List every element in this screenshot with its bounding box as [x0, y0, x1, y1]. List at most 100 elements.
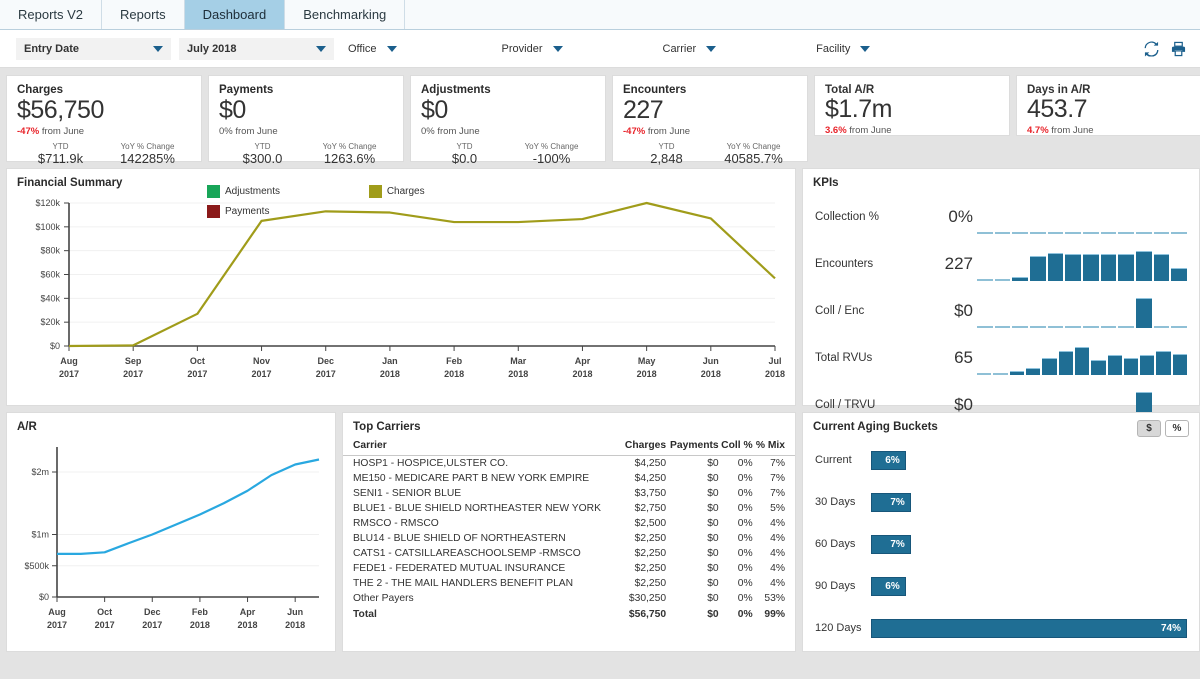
- table-row[interactable]: ME150 - MEDICARE PART B NEW YORK EMPIRE$…: [343, 471, 795, 486]
- aging-bar-track: 74%: [871, 619, 1187, 638]
- table-row[interactable]: BLUE1 - BLUE SHIELD NORTHEASTER NEW YORK…: [343, 501, 795, 516]
- kpi-label: Coll / TRVU: [815, 399, 923, 411]
- filter-provider[interactable]: Provider: [502, 39, 563, 59]
- sparkline-bar: [1171, 268, 1187, 281]
- filter-period[interactable]: July 2018: [179, 38, 334, 60]
- kpi-row-coll-enc[interactable]: Coll / Enc$0: [803, 287, 1199, 334]
- card-charges-ytd-label: YTD: [17, 142, 104, 151]
- kpi-value: 65: [923, 348, 973, 368]
- col-coll-pct[interactable]: Coll %: [719, 437, 753, 456]
- card-encounters-sub: YTD 2,848 YoY % Change 40585.7%: [623, 142, 797, 166]
- kpi-row-collection[interactable]: Collection %0%: [803, 193, 1199, 240]
- sparkline-bar: [1140, 355, 1154, 375]
- aging-row-60-days[interactable]: 60 Days7%: [803, 523, 1199, 565]
- svg-text:2017: 2017: [59, 369, 79, 379]
- table-row[interactable]: HOSP1 - HOSPICE,ULSTER CO.$4,250$00%7%: [343, 456, 795, 472]
- card-payments[interactable]: Payments $0 0% from June YTD $300.0 YoY …: [208, 75, 404, 162]
- card-adjustments-delta-value: 0%: [421, 126, 435, 137]
- sparkline-bar: [1065, 232, 1081, 234]
- card-encounters-ytd-value: 2,848: [623, 151, 710, 166]
- tab-reports[interactable]: Reports: [102, 0, 185, 29]
- card-charges-yoy-label: YoY % Change: [104, 142, 191, 151]
- col-payments[interactable]: Payments: [666, 437, 719, 456]
- svg-text:Sep: Sep: [125, 356, 142, 366]
- print-icon[interactable]: [1171, 41, 1186, 56]
- svg-text:2018: 2018: [190, 620, 210, 630]
- cell-carrier: BLU14 - BLUE SHIELD OF NORTHEASTERN: [343, 531, 622, 546]
- toggle-percent[interactable]: %: [1165, 420, 1189, 437]
- card-charges[interactable]: Charges $56,750 -47% from June YTD $711.…: [6, 75, 202, 162]
- kpi-row-total-rvus[interactable]: Total RVUs65: [803, 334, 1199, 381]
- sparkline-bar: [1012, 277, 1028, 281]
- card-adjustments-ytd: YTD $0.0: [421, 142, 508, 166]
- filter-carrier[interactable]: Carrier: [663, 39, 717, 59]
- table-row[interactable]: RMSCO - RMSCO$2,500$00%4%: [343, 516, 795, 531]
- svg-text:Apr: Apr: [575, 356, 591, 366]
- cell-charges: $4,250: [622, 456, 667, 472]
- cell-payments: $0: [666, 471, 719, 486]
- card-adjustments[interactable]: Adjustments $0 0% from June YTD $0.0 YoY…: [410, 75, 606, 162]
- kpi-value: 0%: [923, 207, 973, 227]
- top-carriers-title: Top Carriers: [343, 413, 795, 433]
- aging-row-current[interactable]: Current6%: [803, 439, 1199, 481]
- toggle-dollar[interactable]: $: [1137, 420, 1161, 437]
- card-charges-ytd: YTD $711.9k: [17, 142, 104, 166]
- cell-mix: 4%: [753, 531, 795, 546]
- card-adjustments-sub: YTD $0.0 YoY % Change -100%: [421, 142, 595, 166]
- cell-charges: $2,250: [622, 576, 667, 591]
- card-payments-sub: YTD $300.0 YoY % Change 1263.6%: [219, 142, 393, 166]
- aging-row-30-days[interactable]: 30 Days7%: [803, 481, 1199, 523]
- cell-mix: 7%: [753, 456, 795, 472]
- refresh-icon[interactable]: [1144, 41, 1159, 56]
- card-charges-delta-value: -47%: [17, 126, 39, 137]
- table-row[interactable]: FEDE1 - FEDERATED MUTUAL INSURANCE$2,250…: [343, 561, 795, 576]
- col-charges[interactable]: Charges: [622, 437, 667, 456]
- filter-entry-date[interactable]: Entry Date: [16, 38, 171, 60]
- table-row[interactable]: THE 2 - THE MAIL HANDLERS BENEFIT PLAN$2…: [343, 576, 795, 591]
- tab-reports-v2[interactable]: Reports V2: [0, 0, 102, 29]
- cell-mix: 7%: [753, 471, 795, 486]
- card-days-in-ar[interactable]: Days in A/R 453.7 4.7% from June: [1016, 75, 1200, 136]
- sparkline-bar: [1118, 326, 1134, 328]
- card-payments-delta-suffix: from June: [233, 126, 278, 137]
- aging-row-120-days[interactable]: 120 Days74%: [803, 607, 1199, 649]
- sparkline-bar: [1108, 355, 1122, 375]
- kpi-label: Total RVUs: [815, 352, 923, 364]
- sparkline-bar: [1083, 232, 1099, 234]
- svg-text:$0: $0: [50, 341, 60, 351]
- card-days-in-ar-delta-value: 4.7%: [1027, 125, 1049, 136]
- sparkline-bar: [977, 326, 993, 328]
- cell-payments: $0: [666, 576, 719, 591]
- card-encounters-delta: -47% from June: [623, 126, 797, 137]
- tab-benchmarking[interactable]: Benchmarking: [285, 0, 405, 29]
- top-carriers-table: Carrier Charges Payments Coll % % Mix HO…: [343, 437, 795, 622]
- sparkline-bar: [1030, 256, 1046, 281]
- table-row[interactable]: SENI1 - SENIOR BLUE$3,750$00%7%: [343, 486, 795, 501]
- table-row[interactable]: BLU14 - BLUE SHIELD OF NORTHEASTERN$2,25…: [343, 531, 795, 546]
- filter-office[interactable]: Office: [348, 39, 397, 59]
- sparkline-bar: [1083, 326, 1099, 328]
- svg-text:$60k: $60k: [40, 270, 60, 280]
- tab-dashboard[interactable]: Dashboard: [185, 0, 286, 29]
- card-total-ar[interactable]: Total A/R $1.7m 3.6% from June: [814, 75, 1010, 136]
- kpi-row-encounters[interactable]: Encounters227: [803, 240, 1199, 287]
- kpi-sparkline: [977, 294, 1187, 328]
- aging-buckets-panel: Current Aging Buckets $ % Current6%30 Da…: [802, 412, 1200, 652]
- aging-buckets-list: Current6%30 Days7%60 Days7%90 Days6%120 …: [803, 439, 1199, 649]
- table-header-row: Carrier Charges Payments Coll % % Mix: [343, 437, 795, 456]
- filter-facility[interactable]: Facility: [816, 39, 870, 59]
- aging-row-90-days[interactable]: 90 Days6%: [803, 565, 1199, 607]
- card-adjustments-value: $0: [421, 97, 595, 123]
- col-carrier[interactable]: Carrier: [343, 437, 622, 456]
- table-row[interactable]: CATS1 - CATSILLAREASCHOOLSEMP -RMSCO$2,2…: [343, 546, 795, 561]
- table-row[interactable]: Other Payers$30,250$00%53%: [343, 591, 795, 606]
- aging-bar: 7%: [871, 493, 911, 512]
- svg-text:$20k: $20k: [40, 317, 60, 327]
- cell-carrier: SENI1 - SENIOR BLUE: [343, 486, 622, 501]
- sparkline-bar: [1173, 354, 1187, 375]
- cell-payments: $0: [666, 456, 719, 472]
- top-carriers-panel: Top Carriers Carrier Charges Payments Co…: [342, 412, 796, 652]
- col-mix-pct[interactable]: % Mix: [753, 437, 795, 456]
- card-encounters[interactable]: Encounters 227 -47% from June YTD 2,848 …: [612, 75, 808, 162]
- svg-text:Feb: Feb: [192, 607, 209, 617]
